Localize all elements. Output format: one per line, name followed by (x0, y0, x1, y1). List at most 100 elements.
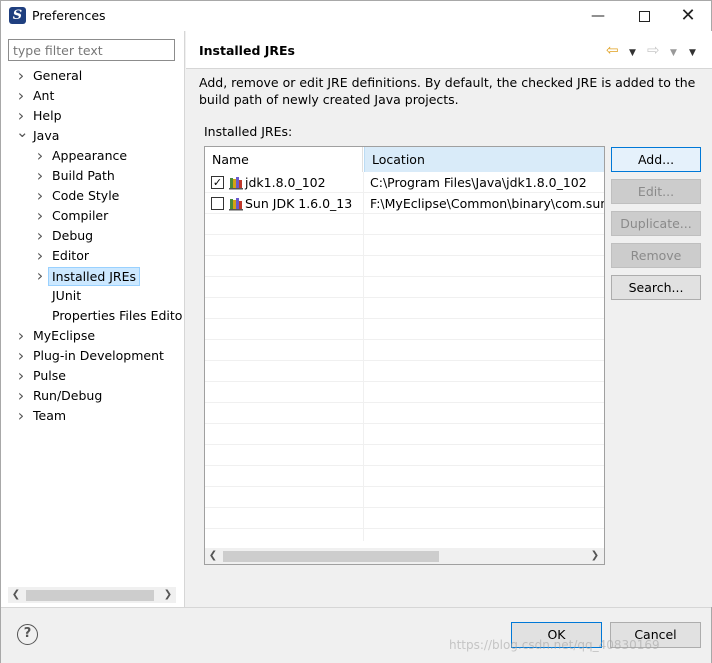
close-button[interactable]: ✕ (665, 1, 711, 31)
page-description: Add, remove or edit JRE definitions. By … (199, 75, 696, 107)
dialog-footer: ? OK Cancel https://blog.csdn.net/qq_408… (1, 607, 711, 663)
chevron-right-icon[interactable]: › (35, 206, 45, 226)
tree-item-label: Ant (33, 88, 55, 103)
scrollbar-thumb[interactable] (26, 590, 154, 601)
chevron-right-icon[interactable]: › (35, 166, 45, 186)
chevron-right-icon[interactable]: › (35, 146, 45, 166)
tree-item-label: Help (33, 108, 62, 123)
chevron-right-icon[interactable]: › (35, 226, 45, 246)
tree-item-label: Pulse (33, 368, 66, 383)
filter-input[interactable] (8, 39, 175, 61)
jre-location-cell: C:\Program Files\Java\jdk1.8.0_102 (370, 175, 587, 190)
installed-jres-label: Installed JREs: (204, 124, 293, 139)
table-row (205, 361, 604, 382)
table-row (205, 277, 604, 298)
tree-item-label: Properties Files Edito (52, 308, 183, 323)
table-row (205, 214, 604, 235)
tree-item[interactable]: › Ant (1, 86, 185, 106)
jre-library-icon (229, 196, 244, 211)
table-horizontal-scrollbar[interactable]: ❮ ❯ (205, 548, 604, 564)
scroll-right-arrow-icon[interactable]: ❯ (160, 587, 176, 603)
add-button[interactable]: Add... (611, 147, 701, 172)
tree-item[interactable]: JUnit (1, 286, 185, 306)
maximize-button[interactable] (621, 1, 667, 31)
scrollbar-thumb[interactable] (223, 551, 439, 562)
tree-item[interactable]: › Help (1, 106, 185, 126)
tree-item[interactable]: › MyEclipse (1, 326, 185, 346)
forward-arrow-icon[interactable]: ⇨ (647, 41, 660, 59)
jre-name: Sun JDK 1.6.0_13 (245, 196, 353, 211)
remove-button[interactable]: Remove (611, 243, 701, 268)
tree-item-label: Team (33, 408, 67, 423)
chevron-right-icon[interactable]: › (16, 86, 26, 106)
table-row (205, 424, 604, 445)
table-row (205, 466, 604, 487)
tree-item-label: Build Path (52, 168, 115, 183)
preferences-sidebar: ›General›Ant›Help⌄Java›Appearance›Build … (1, 31, 185, 607)
chevron-right-icon[interactable]: › (16, 346, 26, 366)
chevron-down-icon[interactable]: ⌄ (16, 125, 29, 146)
tree-item[interactable]: › Run/Debug (1, 386, 185, 406)
jre-name: jdk1.8.0_102 (245, 175, 326, 190)
tree-item[interactable]: › Debug (1, 226, 185, 246)
tree-item[interactable]: › Code Style (1, 186, 185, 206)
scroll-left-arrow-icon[interactable]: ❮ (8, 587, 24, 603)
chevron-right-icon[interactable]: › (35, 186, 45, 206)
chevron-right-icon[interactable]: › (16, 386, 26, 406)
tree-item[interactable]: › Team (1, 406, 185, 426)
search-button[interactable]: Search... (611, 275, 701, 300)
tree-item[interactable]: › Compiler (1, 206, 185, 226)
sidebar-horizontal-scrollbar[interactable]: ❮ ❯ (8, 587, 176, 603)
jre-table: Name Location ✓ jdk1.8.0_102 C:\Program Fi… (204, 146, 605, 565)
tree-item[interactable]: › Editor (1, 246, 185, 266)
minimize-button[interactable]: — (575, 1, 621, 31)
default-jre-checkbox[interactable] (211, 197, 224, 210)
jre-name-cell[interactable]: Sun JDK 1.6.0_13 (205, 193, 363, 214)
help-icon[interactable]: ? (17, 624, 38, 645)
title-bar[interactable]: S Preferences — ✕ (1, 1, 711, 31)
chevron-right-icon[interactable]: › (16, 326, 26, 346)
chevron-right-icon[interactable]: › (16, 406, 26, 426)
tree-item-label: Java (33, 128, 60, 143)
tree-item-label: Editor (52, 248, 89, 263)
tree-item[interactable]: › Plug-in Development (1, 346, 185, 366)
tree-item[interactable]: › Build Path (1, 166, 185, 186)
jre-library-icon (229, 175, 244, 190)
chevron-right-icon[interactable]: › (35, 266, 45, 286)
tree-item[interactable]: › Installed JREs (1, 266, 185, 286)
tree-item[interactable]: Properties Files Edito (1, 306, 185, 326)
table-row (205, 445, 604, 466)
tree-item[interactable]: › General (1, 66, 185, 86)
table-row (205, 382, 604, 403)
table-row (205, 529, 604, 550)
tree-item[interactable]: › Pulse (1, 366, 185, 386)
back-dropdown-icon[interactable]: ▼ (629, 44, 636, 62)
tree-item[interactable]: ⌄ Java (1, 125, 185, 146)
table-row[interactable]: Sun JDK 1.6.0_13 F:\MyEclipse\Common\bina… (205, 193, 604, 214)
chevron-right-icon[interactable]: › (16, 66, 26, 86)
tree-item-label: Plug-in Development (33, 348, 164, 363)
myeclipse-logo-icon: S (9, 7, 26, 24)
back-arrow-icon[interactable]: ⇦ (606, 41, 619, 59)
table-header: Name Location (205, 147, 604, 172)
tree-item-label: Code Style (52, 188, 120, 203)
tree-item-label: Appearance (52, 148, 128, 163)
chevron-right-icon[interactable]: › (35, 246, 45, 266)
watermark: https://blog.csdn.net/qq_40830169 (449, 638, 660, 652)
edit-button[interactable]: Edit... (611, 179, 701, 204)
scroll-left-arrow-icon[interactable]: ❮ (205, 548, 221, 564)
table-row (205, 487, 604, 508)
chevron-right-icon[interactable]: › (16, 366, 26, 386)
tree-item[interactable]: › Appearance (1, 146, 185, 166)
scroll-right-arrow-icon[interactable]: ❯ (587, 548, 603, 564)
forward-dropdown-icon[interactable]: ▼ (670, 44, 677, 62)
view-menu-icon[interactable]: ▼ (689, 44, 696, 62)
column-header-location[interactable]: Location (364, 147, 604, 172)
tree-item-label: Debug (52, 228, 94, 243)
table-row (205, 235, 604, 256)
table-row[interactable]: ✓ jdk1.8.0_102 C:\Program Files\Java\jdk1.… (205, 172, 604, 193)
column-header-name[interactable]: Name (205, 147, 363, 172)
jre-name-cell[interactable]: ✓ jdk1.8.0_102 (205, 172, 363, 193)
default-jre-checkbox[interactable]: ✓ (211, 176, 224, 189)
duplicate-button[interactable]: Duplicate... (611, 211, 701, 236)
